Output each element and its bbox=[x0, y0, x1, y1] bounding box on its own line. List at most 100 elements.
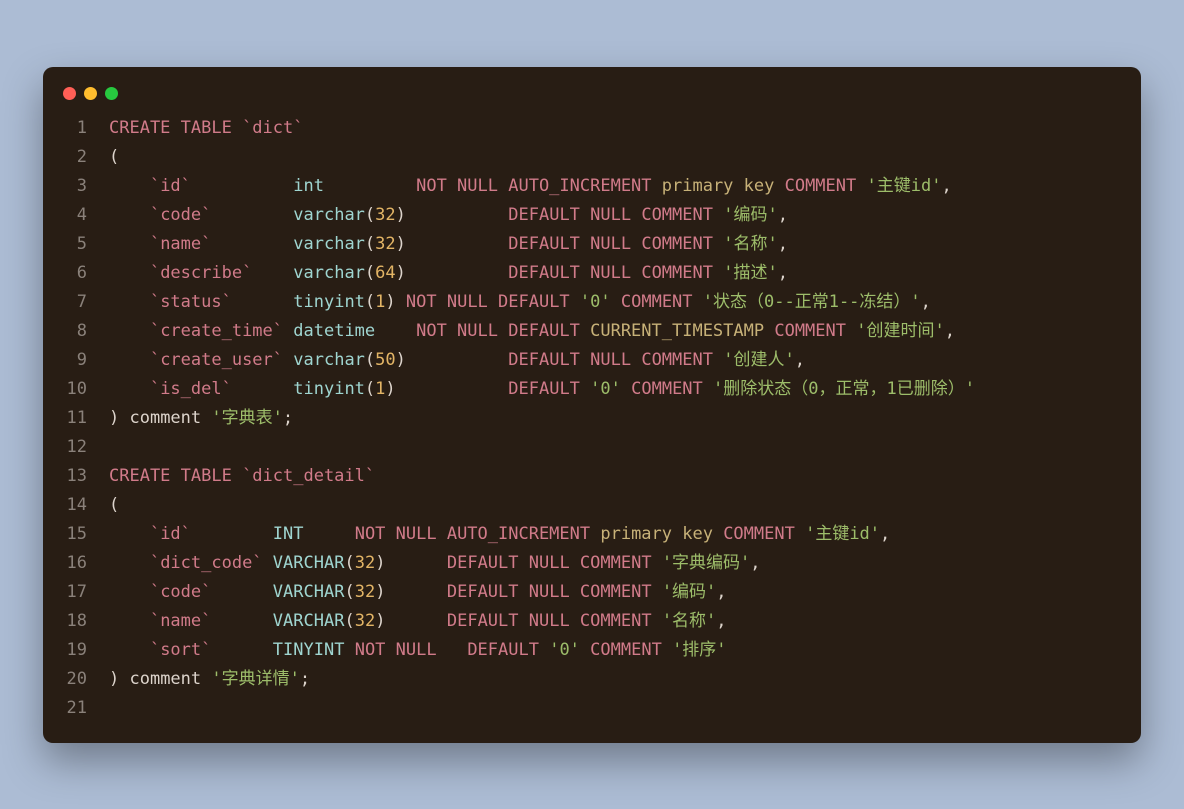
line-content: CREATE TABLE `dict_detail` bbox=[109, 462, 375, 491]
line-number: 3 bbox=[43, 172, 109, 201]
token-bt: `sort` bbox=[150, 640, 211, 660]
line-number: 7 bbox=[43, 288, 109, 317]
token-num: 50 bbox=[375, 350, 395, 370]
code-line: 13CREATE TABLE `dict_detail` bbox=[43, 462, 1141, 491]
token-p: ) bbox=[385, 292, 405, 312]
token-p bbox=[344, 640, 354, 660]
token-num: 64 bbox=[375, 263, 395, 283]
token-bt: `dict_code` bbox=[150, 553, 263, 573]
code-line: 14( bbox=[43, 491, 1141, 520]
token-p bbox=[109, 321, 150, 341]
token-p: , bbox=[941, 176, 951, 196]
token-str: '状态（0--正常1--冻结）' bbox=[703, 292, 921, 312]
token-kw: AUTO_INCREMENT bbox=[508, 176, 662, 196]
code-line: 1CREATE TABLE `dict` bbox=[43, 114, 1141, 143]
token-type: VARCHAR bbox=[273, 582, 345, 602]
token-p bbox=[211, 582, 272, 602]
token-str: '名称' bbox=[662, 611, 716, 631]
line-number: 10 bbox=[43, 375, 109, 404]
line-number: 14 bbox=[43, 491, 109, 520]
token-p: ) bbox=[375, 553, 385, 573]
token-bt: `create_user` bbox=[150, 350, 283, 370]
token-kw: AUTO_INCREMENT bbox=[447, 524, 601, 544]
token-bt: `code` bbox=[150, 582, 211, 602]
token-p bbox=[283, 350, 293, 370]
token-kw: DEFAULT bbox=[467, 640, 549, 660]
code-line: 10 `is_del` tinyint(1) DEFAULT '0' COMME… bbox=[43, 375, 1141, 404]
token-str: '字典编码' bbox=[662, 553, 750, 573]
line-number: 2 bbox=[43, 143, 109, 172]
token-kw: DEFAULT bbox=[508, 379, 590, 399]
token-str: '排序' bbox=[672, 640, 726, 660]
code-line: 4 `code` varchar(32) DEFAULT NULL COMMEN… bbox=[43, 201, 1141, 230]
token-type: TINYINT bbox=[273, 640, 345, 660]
token-p bbox=[109, 582, 150, 602]
token-p: ) bbox=[385, 379, 395, 399]
token-str: '名称' bbox=[723, 234, 777, 254]
token-kw: DEFAULT NULL bbox=[508, 350, 641, 370]
token-str: '0' bbox=[580, 292, 611, 312]
token-bt: `describe` bbox=[150, 263, 252, 283]
minimize-icon[interactable] bbox=[84, 87, 97, 100]
token-p: ( bbox=[344, 553, 354, 573]
token-num: 32 bbox=[355, 611, 375, 631]
token-bt: `id` bbox=[150, 176, 191, 196]
token-p: , bbox=[795, 350, 805, 370]
line-content: ) comment '字典详情'; bbox=[109, 665, 310, 694]
token-p bbox=[396, 379, 509, 399]
token-p bbox=[304, 524, 355, 544]
token-p: ) bbox=[375, 582, 385, 602]
code-line: 12 bbox=[43, 433, 1141, 462]
token-p bbox=[375, 321, 416, 341]
token-kw: COMMENT bbox=[621, 292, 703, 312]
token-bt: `create_time` bbox=[150, 321, 283, 341]
line-content: `id` int NOT NULL AUTO_INCREMENT primary… bbox=[109, 172, 952, 201]
line-content: `dict_code` VARCHAR(32) DEFAULT NULL COM… bbox=[109, 549, 761, 578]
token-p: ) bbox=[396, 263, 406, 283]
line-content: `name` varchar(32) DEFAULT NULL COMMENT … bbox=[109, 230, 788, 259]
token-bt: `dict` bbox=[242, 118, 303, 138]
token-p bbox=[263, 553, 273, 573]
line-number: 5 bbox=[43, 230, 109, 259]
token-p: , bbox=[750, 553, 760, 573]
token-p bbox=[109, 176, 150, 196]
token-p bbox=[406, 205, 508, 225]
token-p: ) bbox=[396, 234, 406, 254]
token-bt: `dict_detail` bbox=[242, 466, 375, 486]
token-num: 1 bbox=[375, 379, 385, 399]
token-p bbox=[211, 611, 272, 631]
line-content: ( bbox=[109, 491, 119, 520]
token-str: '字典详情' bbox=[211, 669, 299, 689]
token-kw: CREATE TABLE bbox=[109, 466, 242, 486]
token-str: '编码' bbox=[662, 582, 716, 602]
maximize-icon[interactable] bbox=[105, 87, 118, 100]
token-str: '创建人' bbox=[723, 350, 794, 370]
token-p: ) bbox=[396, 350, 406, 370]
token-kw: NOT NULL bbox=[355, 640, 447, 660]
token-type: varchar bbox=[293, 234, 365, 254]
token-p bbox=[109, 292, 150, 312]
line-content: `id` INT NOT NULL AUTO_INCREMENT primary… bbox=[109, 520, 890, 549]
line-number: 11 bbox=[43, 404, 109, 433]
token-kw: DEFAULT NULL bbox=[508, 263, 641, 283]
close-icon[interactable] bbox=[63, 87, 76, 100]
token-kw: COMMENT bbox=[641, 263, 723, 283]
token-p: ( bbox=[365, 205, 375, 225]
token-num: 32 bbox=[355, 553, 375, 573]
line-content: `code` VARCHAR(32) DEFAULT NULL COMMENT … bbox=[109, 578, 727, 607]
line-content: `code` varchar(32) DEFAULT NULL COMMENT … bbox=[109, 201, 788, 230]
token-p: ( bbox=[365, 292, 375, 312]
token-p bbox=[109, 379, 150, 399]
token-str: '主键id' bbox=[805, 524, 880, 544]
token-p bbox=[385, 553, 446, 573]
token-bt: `id` bbox=[150, 524, 191, 544]
token-p bbox=[109, 350, 150, 370]
token-p: ) bbox=[109, 669, 129, 689]
code-line: 3 `id` int NOT NULL AUTO_INCREMENT prima… bbox=[43, 172, 1141, 201]
token-kw: COMMENT bbox=[580, 553, 662, 573]
token-num: 1 bbox=[375, 292, 385, 312]
code-area[interactable]: 1CREATE TABLE `dict`2(3 `id` int NOT NUL… bbox=[43, 114, 1141, 723]
token-cmt: comment bbox=[129, 669, 211, 689]
token-p: ( bbox=[365, 350, 375, 370]
token-p: , bbox=[778, 205, 788, 225]
